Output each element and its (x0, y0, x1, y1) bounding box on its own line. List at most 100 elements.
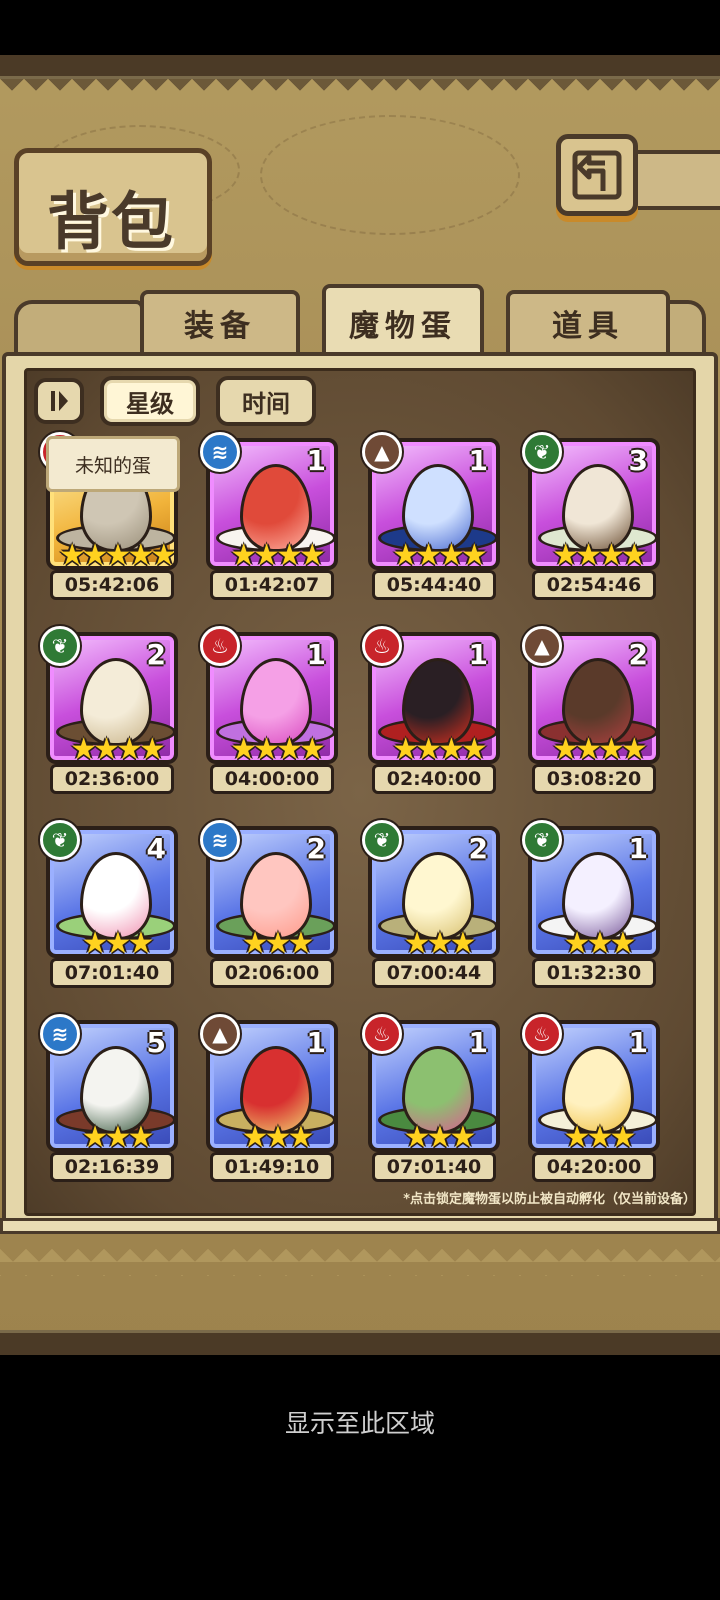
egg-count: 2 (468, 832, 488, 865)
egg-star-rating: ★★★ (403, 1120, 477, 1152)
sort-toggle-icon (51, 391, 68, 411)
egg-star-rating: ★★★ (563, 926, 637, 958)
hatch-timer: 01:49:10 (210, 1152, 334, 1182)
egg-count: 1 (468, 1026, 488, 1059)
egg-card[interactable]: 4 ★★★ ❦ 07:01:40 (40, 820, 178, 988)
egg-star-rating: ★★★ (403, 926, 477, 958)
top-zigzag-decoration (0, 79, 720, 101)
egg-star-rating: ★★★★★ (58, 538, 174, 570)
hatch-timer: 01:32:30 (532, 958, 656, 988)
egg-count: 4 (146, 832, 166, 865)
back-button[interactable] (556, 134, 638, 216)
hatch-timer: 05:44:40 (372, 570, 496, 600)
grass-element-icon: ❦ (362, 820, 402, 860)
fire-element-icon: ♨ (362, 626, 402, 666)
egg-count: 1 (628, 1026, 648, 1059)
hatch-timer: 07:01:40 (372, 1152, 496, 1182)
egg-count: 2 (628, 638, 648, 671)
egg-star-rating: ★★★★ (70, 732, 166, 764)
tab-monster-eggs-label: 魔物蛋 (349, 309, 457, 344)
back-button-rail (630, 150, 720, 210)
egg-card[interactable]: 1 ★★★ ♨ 07:01:40 (362, 1014, 500, 1182)
egg-card[interactable]: 2 ★★★ ≋ 02:06:00 (200, 820, 338, 988)
egg-star-rating: ★★★ (241, 1120, 315, 1152)
egg-count: 5 (146, 1026, 166, 1059)
status-bar-area (0, 0, 720, 55)
egg-count: 2 (306, 832, 326, 865)
unknown-egg-tooltip: 未知的蛋 (46, 436, 180, 492)
hatch-timer: 02:16:39 (50, 1152, 174, 1182)
lock-hint-note: *点击锁定魔物蛋以防止被自动孵化（仅当前设备） (403, 1192, 696, 1207)
egg-star-rating: ★★★ (81, 926, 155, 958)
egg-star-rating: ★★★★ (392, 538, 488, 570)
tab-bar-edge-left (14, 300, 144, 358)
egg-card[interactable]: 5 ★★★ ≋ 02:16:39 (40, 1014, 178, 1182)
hatch-timer: 02:40:00 (372, 764, 496, 794)
grass-element-icon: ❦ (40, 626, 80, 666)
egg-card[interactable]: 1 ★★★★ ♨ 04:00:00 (200, 626, 338, 794)
tab-items[interactable]: 道具 (506, 290, 670, 352)
egg-count: 1 (306, 1026, 326, 1059)
earth-element-icon: ▲ (362, 432, 402, 472)
back-arrow-icon (572, 150, 622, 200)
egg-count: 1 (468, 444, 488, 477)
water-element-icon: ≋ (40, 1014, 80, 1054)
grass-element-icon: ❦ (40, 820, 80, 860)
hatch-timer: 05:42:06 (50, 570, 174, 600)
egg-card[interactable]: 1 ★★★ ❦ 01:32:30 (522, 820, 660, 988)
hatch-timer: 07:01:40 (50, 958, 174, 988)
egg-card[interactable]: 1 ★★★ ♨ 04:20:00 (522, 1014, 660, 1182)
hatch-timer: 02:36:00 (50, 764, 174, 794)
hatch-timer: 04:20:00 (532, 1152, 656, 1182)
egg-card[interactable]: 1 ★★★★ ▲ 05:44:40 (362, 432, 500, 600)
hatch-timer: 07:00:44 (372, 958, 496, 988)
egg-count: 1 (306, 444, 326, 477)
water-element-icon: ≋ (200, 820, 240, 860)
bottom-border (0, 1330, 720, 1355)
sort-order-button[interactable] (34, 378, 84, 424)
hatch-timer: 02:06:00 (210, 958, 334, 988)
egg-card[interactable]: 1 ★★★★ ♨ 02:40:00 (362, 626, 500, 794)
egg-star-rating: ★★★★ (552, 538, 648, 570)
hatch-timer: 03:08:20 (532, 764, 656, 794)
egg-star-rating: ★★★ (241, 926, 315, 958)
display-area-footer: 显示至此区域 (284, 1409, 435, 1438)
egg-count: 1 (628, 832, 648, 865)
egg-card[interactable]: 3 ★★★★ ❦ 02:54:46 (522, 432, 660, 600)
fire-element-icon: ♨ (522, 1014, 562, 1054)
earth-element-icon: ▲ (200, 1014, 240, 1054)
egg-count: 3 (628, 444, 648, 477)
egg-card[interactable]: 1 ★★★★ ≋ 01:42:07 (200, 432, 338, 600)
page-title: 背包 (47, 185, 176, 258)
earth-element-icon: ▲ (522, 626, 562, 666)
egg-star-rating: ★★★★ (392, 732, 488, 764)
egg-card[interactable]: 2 ★★★ ❦ 07:00:44 (362, 820, 500, 988)
title-plate: 背包 (14, 148, 212, 266)
egg-count: 1 (306, 638, 326, 671)
water-element-icon: ≋ (200, 432, 240, 472)
egg-star-rating: ★★★★ (230, 538, 326, 570)
fire-element-icon: ♨ (200, 626, 240, 666)
sort-by-time-button[interactable]: 时间 (216, 376, 316, 426)
egg-card[interactable]: 1 ★★★ ▲ 01:49:10 (200, 1014, 338, 1182)
egg-count: 1 (468, 638, 488, 671)
map-decoration (260, 115, 520, 235)
bottom-zigzag-decoration (0, 1236, 720, 1276)
tab-monster-eggs[interactable]: 魔物蛋 (322, 284, 484, 358)
egg-card[interactable]: 2 ★★★★ ❦ 02:36:00 (40, 626, 178, 794)
tab-items-label: 道具 (552, 309, 624, 344)
tab-equipment-label: 装备 (184, 309, 256, 344)
panel-bottom-rail (0, 1218, 720, 1234)
sort-by-star-button[interactable]: 星级 (100, 376, 200, 426)
egg-count: 2 (146, 638, 166, 671)
hatch-timer: 01:42:07 (210, 570, 334, 600)
fire-element-icon: ♨ (362, 1014, 402, 1054)
hatch-timer: 04:00:00 (210, 764, 334, 794)
egg-star-rating: ★★★★ (230, 732, 326, 764)
egg-star-rating: ★★★★ (552, 732, 648, 764)
grass-element-icon: ❦ (522, 820, 562, 860)
grass-element-icon: ❦ (522, 432, 562, 472)
tab-equipment[interactable]: 装备 (140, 290, 300, 352)
egg-card[interactable]: 2 ★★★★ ▲ 03:08:20 (522, 626, 660, 794)
top-border (0, 55, 720, 79)
